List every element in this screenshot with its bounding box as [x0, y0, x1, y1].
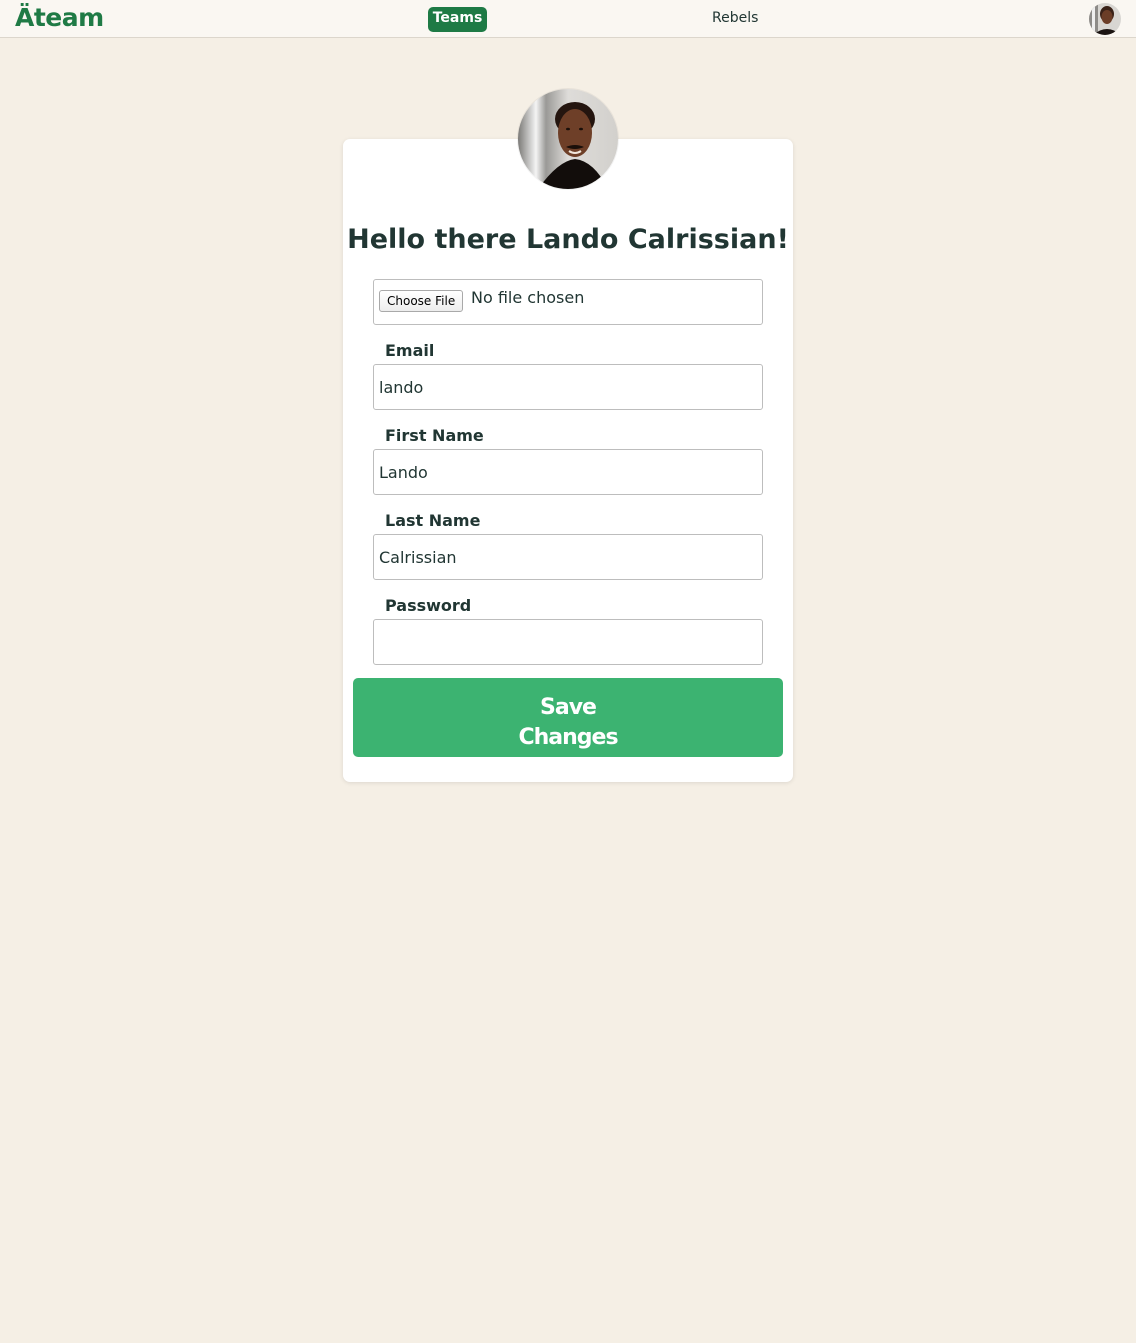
user-avatar-icon[interactable]	[1089, 3, 1121, 35]
profile-avatar	[518, 89, 618, 189]
first-name-field-wrapper	[373, 449, 763, 495]
greeting-heading: Hello there Lando Calrissian!	[347, 224, 789, 255]
first-name-field[interactable]	[374, 450, 762, 494]
last-name-label: Last Name	[385, 511, 481, 530]
email-field[interactable]	[374, 365, 762, 409]
password-field[interactable]	[374, 620, 762, 664]
first-name-label: First Name	[385, 426, 484, 445]
last-name-field[interactable]	[374, 535, 762, 579]
email-field-wrapper	[373, 364, 763, 410]
last-name-field-wrapper	[373, 534, 763, 580]
nav-teams-link[interactable]: Teams	[428, 7, 487, 32]
nav-rebels-link[interactable]: Rebels	[712, 9, 758, 27]
choose-file-button[interactable]: Choose File	[379, 290, 464, 312]
avatar-photo-small	[1089, 3, 1121, 35]
save-button-label-line1: Save	[540, 694, 597, 720]
save-button-label-line2: Changes	[518, 724, 618, 750]
email-label: Email	[385, 341, 435, 360]
save-changes-button[interactable]: Save Changes	[353, 678, 783, 757]
avatar-photo-large	[518, 89, 618, 189]
avatar-file-input[interactable]: Choose File No file chosen	[373, 279, 763, 325]
app-logo[interactable]: Äteam	[15, 1, 104, 35]
top-navbar: Äteam Teams Rebels	[0, 0, 1136, 38]
file-status-text: No file chosen	[471, 288, 585, 307]
password-field-wrapper	[373, 619, 763, 665]
password-label: Password	[385, 596, 472, 615]
